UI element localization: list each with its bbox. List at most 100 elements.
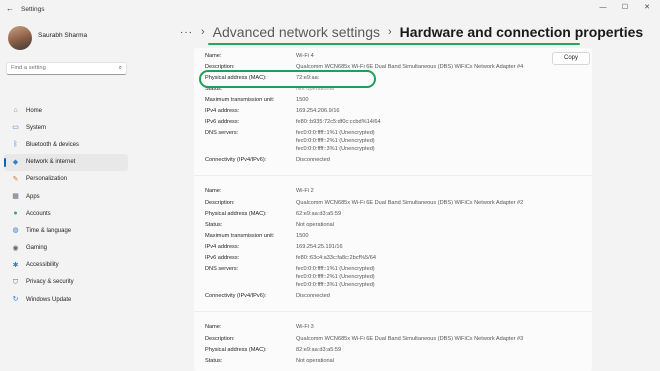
window-controls: — ☐ ✕ xyxy=(592,0,658,16)
more-icon[interactable]: ··· xyxy=(180,27,193,38)
adapter-connectivity: Disconnected xyxy=(296,293,330,299)
adapter-description: Qualcomm WCN685x Wi-Fi 6E Dual Band Simu… xyxy=(296,200,524,206)
sidebar-item-gaming[interactable]: ◉ Gaming xyxy=(4,240,128,257)
ipv6-label: IPv6 address: xyxy=(205,255,240,261)
status-label: Status: xyxy=(205,358,223,364)
adapter-description: Qualcomm WCN685x Wi-Fi 6E Dual Band Simu… xyxy=(296,336,524,342)
accessibility-icon: ✱ xyxy=(12,261,19,269)
adapter-dns: fec0:0:0:ffff::2%1 (Unencrypted) xyxy=(296,138,375,144)
update-icon: ↻ xyxy=(12,296,19,304)
window-title: Settings xyxy=(21,5,45,13)
user-profile[interactable]: Saurabh Sharma xyxy=(8,26,87,50)
adapter-status: Not operational xyxy=(296,358,334,364)
minimize-button[interactable]: — xyxy=(592,0,614,16)
sidebar: Saurabh Sharma ⌕ ⌂ Home ▭ System ᛒ Bluetooth … xyxy=(0,18,132,371)
avatar xyxy=(8,26,32,50)
dns-label: DNS servers: xyxy=(205,266,239,272)
mac-label: Physical address (MAC): xyxy=(205,211,267,217)
title-bar: ← Settings — ☐ ✕ xyxy=(0,0,660,18)
status-label: Status: xyxy=(205,222,223,228)
sidebar-item-label: System xyxy=(26,124,47,131)
sidebar-item-home[interactable]: ⌂ Home xyxy=(4,102,128,119)
user-name: Saurabh Sharma xyxy=(38,31,88,39)
accounts-icon: ● xyxy=(13,210,18,218)
sidebar-item-apps[interactable]: ▦ Apps xyxy=(4,188,128,205)
globe-icon: ◍ xyxy=(12,227,19,235)
chevron-right-icon: › xyxy=(201,26,205,38)
network-icon: ◆ xyxy=(12,158,19,166)
search-box[interactable]: ⌕ xyxy=(6,62,127,75)
adapter-name: Wi-Fi 4 xyxy=(296,53,314,59)
maximize-button[interactable]: ☐ xyxy=(614,0,636,16)
sidebar-item-windows-update[interactable]: ↻ Windows Update xyxy=(4,291,128,308)
adapter-mtu: 1500 xyxy=(296,233,309,239)
search-icon[interactable]: ⌕ xyxy=(119,65,122,72)
shield-icon: ⛉ xyxy=(12,278,19,286)
adapter-dns: fec0:0:0:ffff::3%1 (Unencrypted) xyxy=(296,146,375,152)
adapter-mac: 62:e9:aa:d3:a5:59 xyxy=(296,211,342,217)
sidebar-item-label: Time & language xyxy=(26,227,72,234)
description-label: Description: xyxy=(205,336,235,342)
mtu-label: Maximum transmission unit: xyxy=(205,233,275,239)
sidebar-item-label: Home xyxy=(26,107,43,114)
bluetooth-icon: ᛒ xyxy=(13,141,18,149)
dns-label: DNS servers: xyxy=(205,130,239,136)
mtu-label: Maximum transmission unit: xyxy=(205,97,275,103)
sidebar-item-label: Accounts xyxy=(26,210,51,217)
close-button[interactable]: ✕ xyxy=(636,0,658,16)
adapter-dns: fec0:0:0:ffff::3%1 (Unencrypted) xyxy=(296,282,375,288)
search-input[interactable] xyxy=(11,65,111,71)
description-label: Description: xyxy=(205,200,235,206)
sidebar-nav: ⌂ Home ▭ System ᛒ Bluetooth & devices ◆ Network… xyxy=(4,102,128,308)
gaming-icon: ◉ xyxy=(12,244,19,252)
ipv6-label: IPv6 address: xyxy=(205,119,240,125)
sidebar-item-label: Bluetooth & devices xyxy=(26,141,80,148)
name-label: Name: xyxy=(205,324,222,330)
mac-highlight-annotation xyxy=(199,70,376,88)
ipv4-label: IPv4 address: xyxy=(205,108,240,114)
name-label: Name: xyxy=(205,188,222,194)
sidebar-item-privacy-security[interactable]: ⛉ Privacy & security xyxy=(4,274,128,291)
adapter-status: Not operational xyxy=(296,222,334,228)
sidebar-item-label: Windows Update xyxy=(26,296,72,303)
connectivity-label: Connectivity (IPv4/IPv6): xyxy=(205,157,267,163)
brush-icon: ✎ xyxy=(12,175,19,183)
sidebar-item-label: Personalization xyxy=(26,176,68,183)
adapter-name: Wi-Fi 2 xyxy=(296,188,314,194)
sidebar-item-label: Privacy & security xyxy=(26,279,74,286)
sidebar-item-time-language[interactable]: ◍ Time & language xyxy=(4,222,128,239)
sidebar-item-bluetooth-devices[interactable]: ᛒ Bluetooth & devices xyxy=(4,136,128,153)
adapter-mac: 82:e9:aa:d3:a5:59 xyxy=(296,347,342,353)
name-label: Name: xyxy=(205,53,222,59)
chevron-right-icon: › xyxy=(388,26,392,38)
adapter-ipv4: 169.254.206.9/16 xyxy=(296,108,340,114)
adapter-ipv6: fe80::b935:72c5:df0c:ccbd%14/64 xyxy=(296,119,381,125)
back-arrow-icon[interactable]: ← xyxy=(6,4,16,14)
home-icon: ⌂ xyxy=(13,107,18,115)
adapter-connectivity: Disconnected xyxy=(296,157,330,163)
system-icon: ▭ xyxy=(12,124,19,132)
sidebar-item-network-internet[interactable]: ◆ Network & internet xyxy=(4,153,128,171)
sidebar-item-label: Gaming xyxy=(26,245,48,252)
breadcrumb-advanced-network-settings[interactable]: Advanced network settings xyxy=(213,24,380,40)
breadcrumb: ··· › Advanced network settings › Hardwa… xyxy=(180,22,643,42)
divider xyxy=(194,175,592,176)
apps-icon: ▦ xyxy=(12,193,19,201)
sidebar-item-accessibility[interactable]: ✱ Accessibility xyxy=(4,257,128,274)
adapter-name: Wi-Fi 3 xyxy=(296,324,314,330)
adapter-dns: fec0:0:0:ffff::1%1 (Unencrypted) xyxy=(296,130,375,136)
mac-label: Physical address (MAC): xyxy=(205,347,267,353)
sidebar-item-label: Apps xyxy=(26,193,40,200)
adapter-mtu: 1500 xyxy=(296,97,309,103)
sidebar-item-label: Network & internet xyxy=(26,159,76,166)
sidebar-item-system[interactable]: ▭ System xyxy=(4,119,128,136)
connectivity-label: Connectivity (IPv4/IPv6): xyxy=(205,293,267,299)
sidebar-item-personalization[interactable]: ✎ Personalization xyxy=(4,171,128,188)
divider xyxy=(194,311,592,312)
adapter-ipv4: 169.254.25.191/16 xyxy=(296,244,343,250)
sidebar-item-accounts[interactable]: ● Accounts xyxy=(4,205,128,222)
title-underline-annotation xyxy=(208,43,580,45)
ipv4-label: IPv4 address: xyxy=(205,244,240,250)
adapter-dns: fec0:0:0:ffff::1%1 (Unencrypted) xyxy=(296,266,375,272)
adapter-ipv6: fe80::63c4:a33c:fa8c:2bcf%5/64 xyxy=(296,255,376,261)
